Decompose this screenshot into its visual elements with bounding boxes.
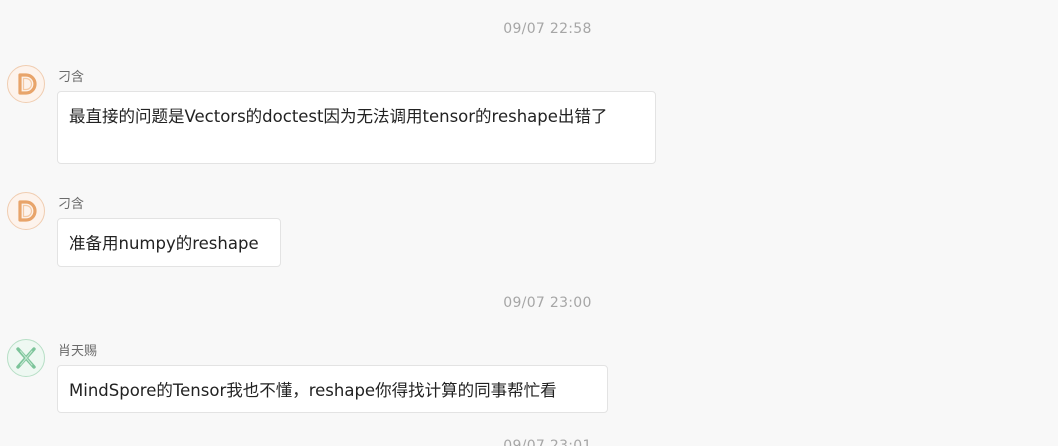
message-bubble[interactable]: 准备用numpy的reshape bbox=[57, 218, 281, 267]
chat-message-list[interactable]: 09/07 22:58 刁含 最直接的问题是Vectors的doctest因为无… bbox=[0, 0, 1058, 446]
sender-name: 肖天赐 bbox=[58, 344, 98, 359]
timestamp-divider: 09/07 22:58 bbox=[503, 21, 592, 37]
green-x-avatar-icon[interactable] bbox=[7, 339, 45, 377]
timestamp-divider: 09/07 23:00 bbox=[503, 295, 592, 311]
timestamp-divider: 09/07 23:01 bbox=[503, 438, 592, 446]
sender-name: 刁含 bbox=[58, 70, 85, 85]
orange-d-avatar-icon[interactable] bbox=[7, 192, 45, 230]
sender-name: 刁含 bbox=[58, 197, 85, 212]
orange-d-avatar-icon[interactable] bbox=[7, 65, 45, 103]
message-bubble[interactable]: 最直接的问题是Vectors的doctest因为无法调用tensor的resha… bbox=[57, 91, 656, 164]
message-bubble[interactable]: MindSpore的Tensor我也不懂，reshape你得找计算的同事帮忙看 bbox=[57, 365, 608, 413]
